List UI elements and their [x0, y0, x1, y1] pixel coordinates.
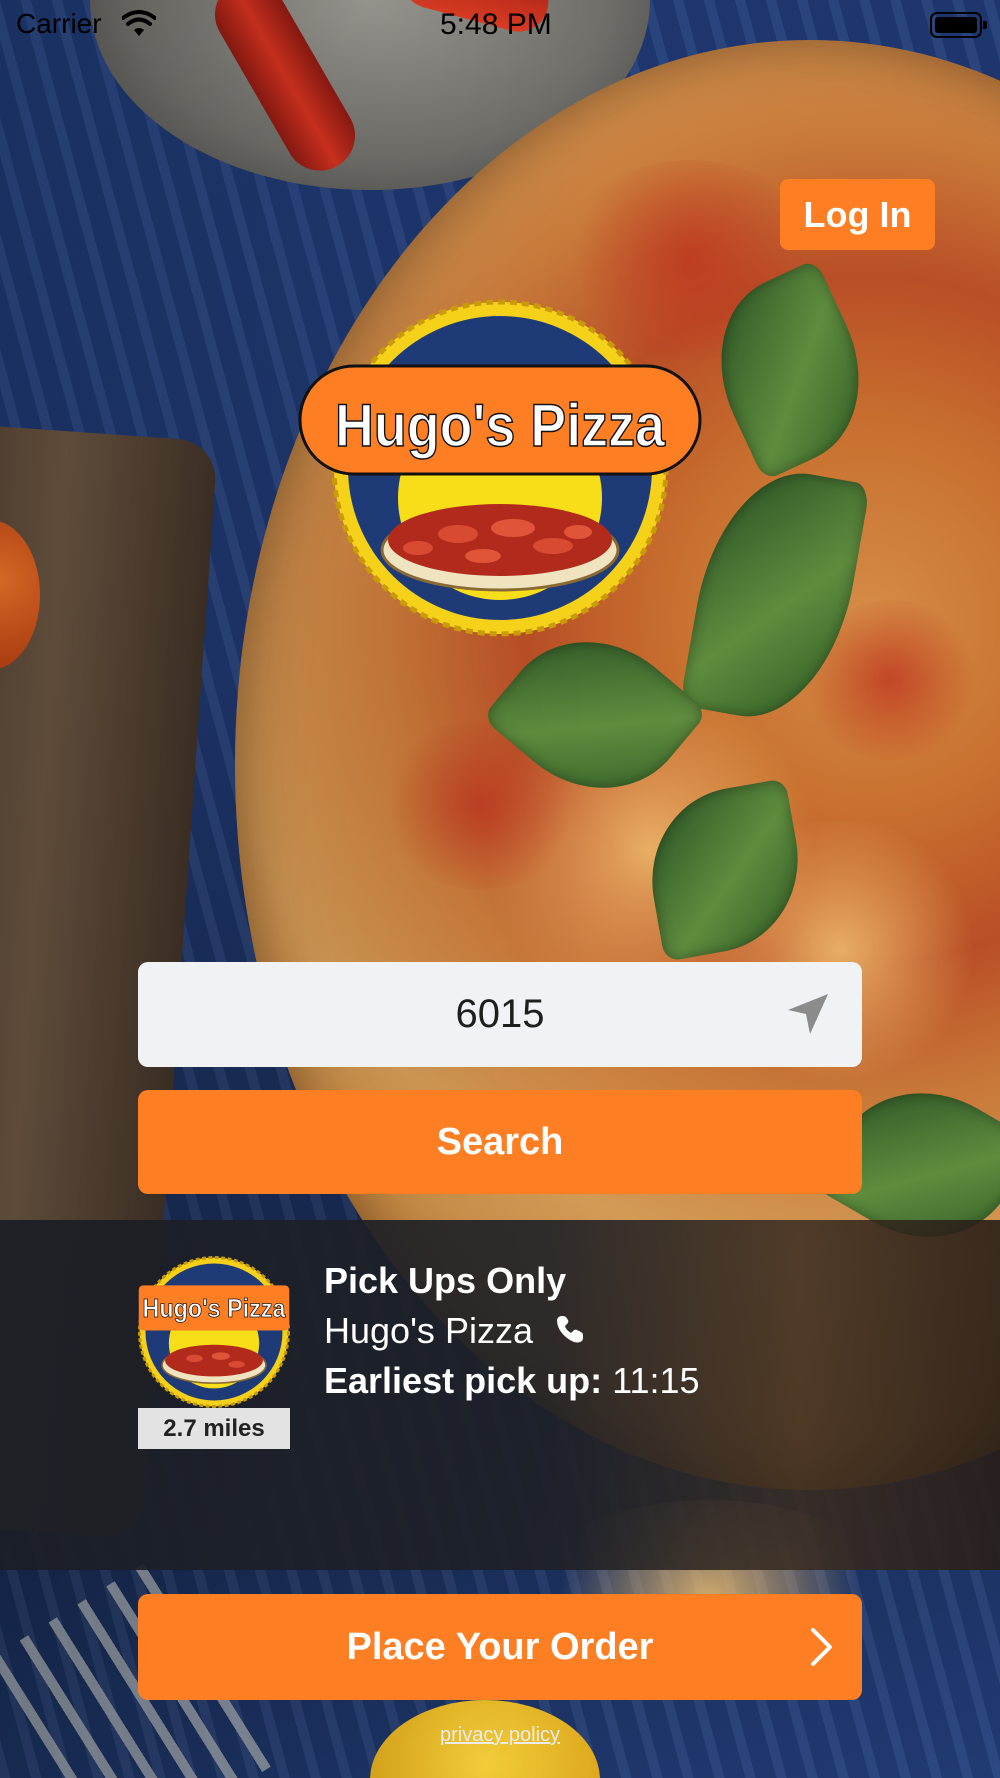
phone-icon[interactable]: [555, 1314, 585, 1344]
location-input[interactable]: [138, 962, 862, 1067]
location-arrow-icon[interactable]: [786, 992, 830, 1036]
store-info: Pick Ups Only Hugo's Pizza Earliest pick…: [324, 1256, 700, 1406]
earliest-pickup-row: Earliest pick up: 11:15: [324, 1356, 700, 1406]
search-button[interactable]: Search: [138, 1090, 862, 1194]
place-order-label: Place Your Order: [346, 1625, 654, 1668]
store-name-row: Hugo's Pizza: [324, 1306, 700, 1356]
distance-badge: 2.7 miles: [138, 1408, 290, 1449]
place-order-button[interactable]: Place Your Order: [138, 1594, 862, 1700]
carrier-label: Carrier: [16, 8, 102, 39]
location-field[interactable]: [138, 962, 862, 1067]
earliest-pickup-label: Earliest pick up:: [324, 1360, 603, 1401]
privacy-policy-link[interactable]: privacy policy: [0, 1724, 1000, 1747]
status-bar: Carrier 5:48 PM: [0, 0, 1000, 50]
clock-label: 5:48 PM: [440, 8, 552, 41]
store-logo: Hugo's Pizza: [138, 1256, 290, 1408]
battery-icon: [930, 12, 987, 38]
brand-logo-text: Hugo's Pizza: [335, 392, 666, 459]
login-button[interactable]: Log In: [780, 179, 935, 250]
store-logo-text: Hugo's Pizza: [143, 1295, 287, 1323]
store-service-type: Pick Ups Only: [324, 1260, 567, 1301]
store-name: Hugo's Pizza: [324, 1310, 533, 1351]
chevron-right-icon: [811, 1628, 832, 1666]
store-locator-screen: Carrier 5:48 PM Log In Hugo's Pizza 6015…: [0, 0, 1000, 1778]
wifi-icon: [122, 10, 156, 36]
brand-logo: Hugo's Pizza: [298, 299, 702, 637]
earliest-pickup-time: 11:15: [612, 1360, 700, 1401]
